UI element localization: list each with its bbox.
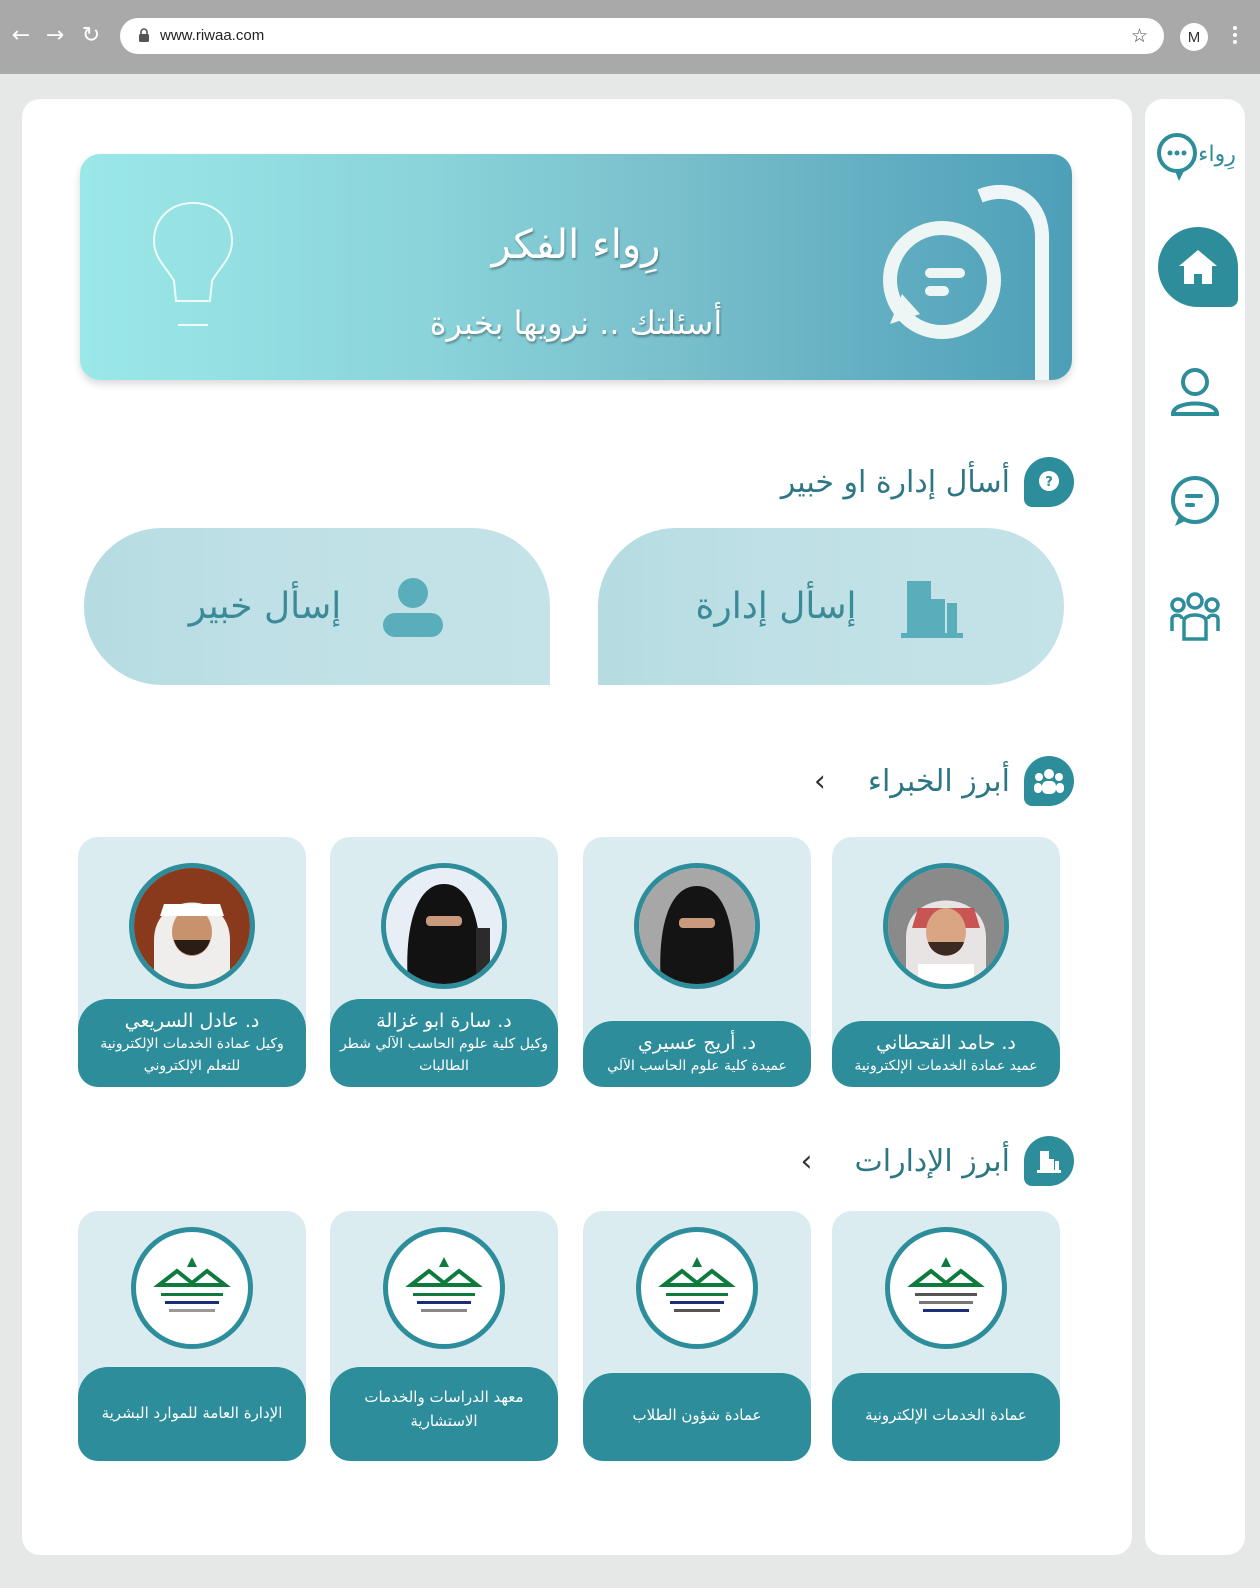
expert-info: د. عادل السريعي وكيل عمادة الخدمات الإلك… [78,999,306,1087]
question-chat-icon: ? [1024,457,1074,507]
expert-role: عميدة كلية علوم الحاسب الآلي [607,1058,787,1074]
expert-photo [883,863,1009,989]
expert-role: عميد عمادة الخدمات الإلكترونية [854,1058,1038,1074]
chevron-left-icon[interactable]: ‹ [801,1144,813,1179]
bookmark-star-icon[interactable]: ☆ [1131,25,1148,47]
main-panel: رِواء الفكر أسئلتك .. نرويها بخبرة ? أسأ… [22,99,1132,1555]
lock-icon [139,28,149,42]
department-info: عمادة شؤون الطلاب [583,1373,811,1461]
browser-menu-icon[interactable] [1232,26,1238,46]
group-icon [1024,756,1074,806]
department-name: الإدارة العامة للموارد البشرية [101,1404,283,1422]
expert-name: د. عادل السريعي [124,1010,260,1032]
department-card[interactable]: عمادة شؤون الطلاب [583,1211,811,1461]
sidebar: رِواء [1145,99,1245,1555]
expert-role: وكيل كلية علوم الحاسب الآلي شطر الطالبات [339,1036,549,1074]
expert-photo [634,863,760,989]
ask-management-label: إسأل إدارة [695,586,857,627]
group-icon [1170,592,1220,641]
expert-photo [129,863,255,989]
ask-section-header: ? أسأل إدارة او خبير [781,457,1074,507]
building-icon [1024,1136,1074,1186]
ask-management-card[interactable]: إسأل إدارة [598,528,1064,685]
expert-info: د. سارة ابو غزالة وكيل كلية علوم الحاسب … [330,999,558,1087]
hero-banner: رِواء الفكر أسئلتك .. نرويها بخبرة [80,154,1072,380]
expert-role: وكيل عمادة الخدمات الإلكترونية للتعلم ال… [100,1036,284,1074]
expert-name: د. حامد القحطاني [876,1032,1016,1054]
department-name: عمادة الخدمات الإلكترونية [865,1406,1027,1424]
home-icon [1179,250,1217,284]
department-name: معهد الدراسات والخدمات الاستشارية [364,1388,524,1430]
department-info: الإدارة العامة للموارد البشرية [78,1367,306,1461]
user-icon [1170,368,1220,416]
department-card[interactable]: الإدارة العامة للموارد البشرية [78,1211,306,1461]
ask-expert-card[interactable]: إسأل خبير [84,528,550,685]
nav-messages[interactable] [1145,457,1245,547]
back-icon[interactable]: ← [8,22,34,48]
experts-section-title: أبرز الخبراء [867,763,1010,799]
expert-photo [381,863,507,989]
forward-icon[interactable]: → [42,22,68,48]
chat-lamp-illustration [883,185,1049,380]
ask-expert-label: إسأل خبير [188,586,342,627]
department-info: معهد الدراسات والخدمات الاستشارية [330,1367,558,1461]
department-card[interactable]: عمادة الخدمات الإلكترونية [832,1211,1060,1461]
app-logo-text: رِواء [1198,142,1236,170]
university-logo [383,1227,505,1349]
svg-text:?: ? [1045,475,1053,490]
experts-section-header: أبرز الخبراء ‹ [814,756,1074,806]
expert-name: د. أريج عسيري [638,1032,756,1054]
browser-toolbar: ← → ↻ www.riwaa.com ☆ M [0,0,1260,74]
chevron-left-icon[interactable]: ‹ [814,764,826,799]
nav-profile[interactable] [1145,347,1245,437]
address-bar[interactable]: www.riwaa.com ☆ [120,18,1164,54]
department-name: عمادة شؤون الطلاب [632,1406,762,1424]
reload-icon[interactable]: ↻ [78,22,104,48]
university-logo [636,1227,758,1349]
app-logo[interactable]: رِواء [1153,129,1239,189]
expert-card[interactable]: د. حامد القحطاني عميد عمادة الخدمات الإل… [832,837,1060,1087]
expert-info: د. أريج عسيري عميدة كلية علوم الحاسب الآ… [583,1021,811,1087]
nav-home[interactable] [1158,227,1238,307]
chat-icon [1171,476,1219,526]
url-text: www.riwaa.com [160,27,265,44]
department-info: عمادة الخدمات الإلكترونية [832,1373,1060,1461]
expert-card[interactable]: د. عادل السريعي وكيل عمادة الخدمات الإلك… [78,837,306,1087]
building-icon [900,580,963,638]
ask-section-title: أسأل إدارة او خبير [780,464,1010,500]
university-logo [131,1227,253,1349]
department-card[interactable]: معهد الدراسات والخدمات الاستشارية [330,1211,558,1461]
departments-section-header: أبرز الإدارات ‹ [801,1136,1074,1186]
departments-section-title: أبرز الإدارات [854,1143,1010,1179]
expert-card[interactable]: د. أريج عسيري عميدة كلية علوم الحاسب الآ… [583,837,811,1087]
expert-name: د. سارة ابو غزالة [376,1010,512,1032]
profile-avatar[interactable]: M [1180,23,1208,51]
university-logo [885,1227,1007,1349]
person-icon [383,577,444,637]
expert-card[interactable]: د. سارة ابو غزالة وكيل كلية علوم الحاسب … [330,837,558,1087]
nav-community[interactable] [1145,572,1245,662]
expert-info: د. حامد القحطاني عميد عمادة الخدمات الإل… [832,1021,1060,1087]
